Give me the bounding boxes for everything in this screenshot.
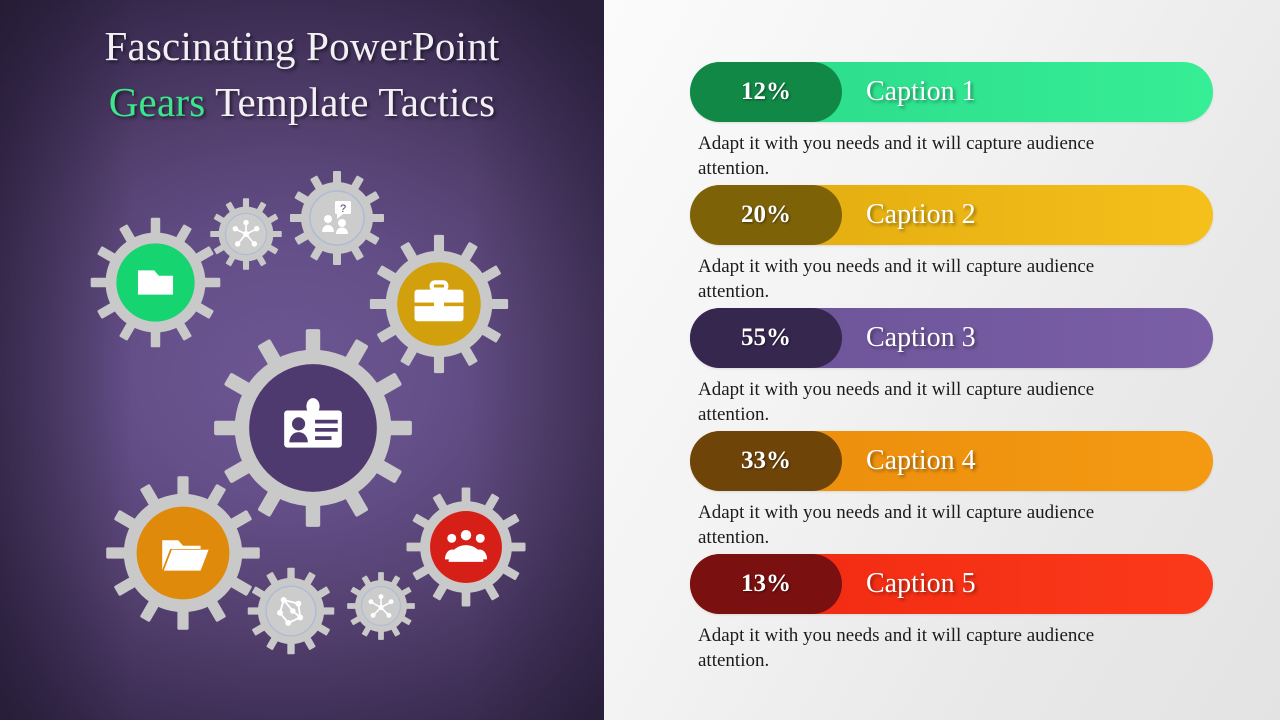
caption-bar[interactable]: 33% Caption 4 (690, 431, 1213, 491)
bar-caption-label: Caption 5 (866, 568, 976, 599)
bar-description: Adapt it with you needs and it will capt… (698, 502, 1095, 548)
bar-caption-label: Caption 2 (866, 199, 976, 230)
title-accent-word: Gears (108, 79, 206, 125)
caption-bar[interactable]: 12% Caption 1 (690, 62, 1213, 122)
caption-bar[interactable]: 20% Caption 2 (690, 185, 1213, 245)
caption-bar-group: 33% Caption 4 Adapt it with you needs and … (690, 431, 1213, 550)
slide-title: Fascinating PowerPoint Gears Template Ta… (0, 18, 604, 130)
caption-bar[interactable]: 55% Caption 3 (690, 308, 1213, 368)
right-panel: 12% Caption 1 Adapt it with you needs and … (604, 0, 1280, 720)
percent-pill[interactable]: 12% (690, 62, 842, 122)
left-panel: Fascinating PowerPoint Gears Template Ta… (0, 0, 604, 720)
bar-caption-label: Caption 4 (866, 445, 976, 476)
gear-molecule-small[interactable] (245, 565, 337, 657)
title-line-1: Fascinating PowerPoint (104, 23, 500, 69)
bar-description: Adapt it with you needs and it will capt… (698, 133, 1095, 179)
gear-hub-small[interactable] (208, 196, 284, 272)
gear-folder-green[interactable] (88, 215, 223, 350)
percent-pill[interactable]: 20% (690, 185, 842, 245)
caption-bar-group: 55% Caption 3 Adapt it with you needs and … (690, 308, 1213, 427)
percent-pill[interactable]: 55% (690, 308, 842, 368)
gear-node-small[interactable] (345, 570, 417, 642)
title-line-2-rest: Template Tactics (205, 79, 496, 125)
bar-description: Adapt it with you needs and it will capt… (698, 625, 1095, 671)
percent-pill[interactable]: 33% (690, 431, 842, 491)
percent-pill[interactable]: 13% (690, 554, 842, 614)
bar-caption-label: Caption 3 (866, 322, 976, 353)
svg-text:?: ? (340, 203, 346, 215)
caption-bar-group: 13% Caption 5 Adapt it with you needs and … (690, 554, 1213, 673)
bar-description: Adapt it with you needs and it will capt… (698, 256, 1095, 302)
caption-bar[interactable]: 13% Caption 5 (690, 554, 1213, 614)
caption-bar-list: 12% Caption 1 Adapt it with you needs and … (690, 62, 1213, 677)
caption-bar-group: 20% Caption 2 Adapt it with you needs and … (690, 185, 1213, 304)
bar-description: Adapt it with you needs and it will capt… (698, 379, 1095, 425)
bar-caption-label: Caption 1 (866, 76, 976, 107)
caption-bar-group: 12% Caption 1 Adapt it with you needs and … (690, 62, 1213, 181)
slide-canvas: Fascinating PowerPoint Gears Template Ta… (0, 0, 1280, 720)
gear-openfolder-orange[interactable] (103, 473, 263, 633)
title-line-2: Gears Template Tactics (0, 74, 604, 130)
gear-users-red[interactable] (404, 485, 528, 609)
